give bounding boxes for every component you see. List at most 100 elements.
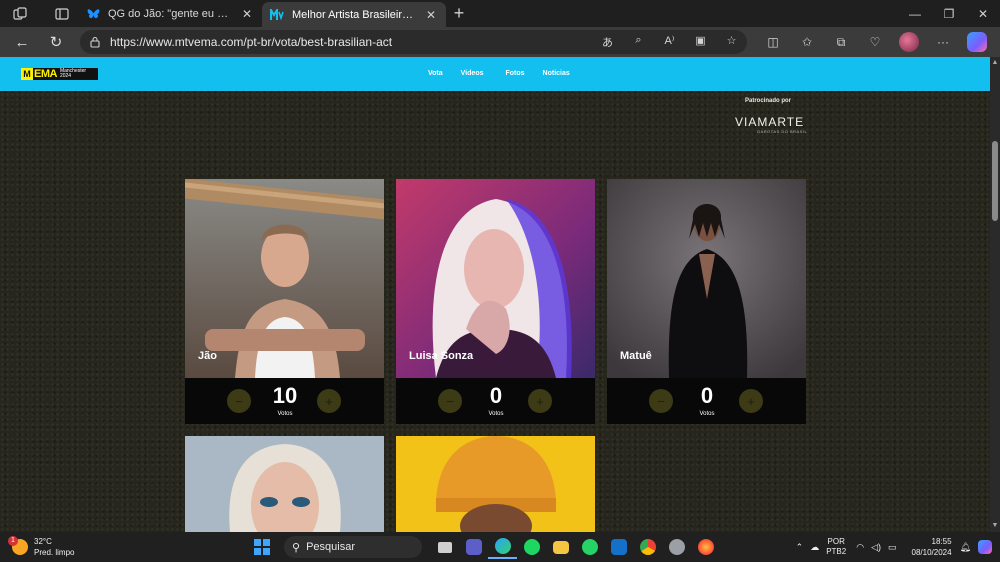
wifi-icon[interactable]: ◠: [856, 542, 864, 553]
site-header: M EMA Manchester 2024 Vota Videos Fotos …: [0, 57, 990, 91]
logo-year: 2024: [59, 73, 72, 79]
candidate-photo-jao: [185, 179, 384, 378]
windows-taskbar: 1 32°C Pred. limpo ⚲ Pesquisar ⌃ ☁ POR P…: [0, 532, 1000, 562]
weather-desc: Pred. limpo: [34, 548, 75, 557]
teams-icon[interactable]: [459, 535, 488, 559]
show-hidden-icons-icon[interactable]: ⌃: [796, 542, 804, 553]
minimize-icon[interactable]: —: [898, 7, 932, 21]
address-bar[interactable]: https://www.mtvema.com/pt-br/vota/best-b…: [80, 30, 747, 54]
taskbar-search[interactable]: ⚲ Pesquisar: [284, 536, 422, 558]
immersive-reader-icon[interactable]: ▣: [685, 34, 716, 50]
close-tab-icon[interactable]: ✕: [424, 8, 438, 22]
sponsor-logo[interactable]: VIAMARTE: [735, 115, 804, 129]
split-screen-icon[interactable]: ◫: [756, 35, 790, 49]
taskbar-apps: ⚲ Pesquisar: [254, 535, 720, 559]
read-aloud-icon[interactable]: A⁾: [654, 34, 685, 50]
collections-icon[interactable]: ⧉: [824, 35, 858, 50]
nav-fotos[interactable]: Fotos: [505, 70, 524, 77]
mtv-m-mark: M: [21, 68, 33, 80]
tab-melhor-artista[interactable]: Melhor Artista Brasileiro - Vote N ✕: [262, 2, 446, 27]
input-language[interactable]: POR PTB2: [826, 537, 846, 557]
clock-date: 08/10/2024: [911, 548, 952, 557]
tab-title: QG do Jão: "gente eu abri essa co: [108, 7, 234, 20]
search-placeholder: Pesquisar: [306, 541, 355, 553]
firefox-icon[interactable]: [691, 535, 720, 559]
scrollbar-thumb[interactable]: [992, 141, 998, 221]
whatsapp-icon[interactable]: [575, 535, 604, 559]
vote-controls: − 0 Votos +: [607, 378, 806, 424]
system-tray: ⌃ ☁ POR PTB2 ◠ ◁) ▭ 18:55 08/10/2024 🔔︎: [796, 536, 992, 558]
vote-count: 10: [272, 383, 298, 408]
nav-videos[interactable]: Videos: [461, 70, 484, 77]
nav-noticias[interactable]: Noticias: [543, 70, 570, 77]
increase-vote-button[interactable]: +: [317, 389, 341, 413]
favorites-icon[interactable]: ✩: [790, 35, 824, 49]
candidate-photo: [396, 436, 595, 532]
copilot-taskbar-icon[interactable]: [978, 540, 992, 554]
zoom-icon[interactable]: ⌕: [623, 34, 654, 50]
more-menu-icon[interactable]: ···: [926, 35, 960, 49]
search-icon: ⚲: [292, 541, 301, 554]
decrease-vote-button[interactable]: −: [438, 389, 462, 413]
volume-icon[interactable]: ◁): [871, 542, 881, 553]
browser-tools: ◫ ✩ ⧉ ♡ ···: [756, 27, 987, 57]
candidate-name: Luisa Sonza: [409, 350, 474, 362]
spotify-icon[interactable]: [517, 535, 546, 559]
increase-vote-button[interactable]: +: [739, 389, 763, 413]
favorite-star-icon[interactable]: ☆: [716, 34, 747, 50]
clock-time: 18:55: [931, 537, 952, 546]
page-scrollbar[interactable]: ▲ ▼: [990, 57, 1000, 532]
candidate-photo-matue: [607, 179, 806, 378]
scroll-down-icon[interactable]: ▼: [991, 522, 999, 530]
outlook-icon[interactable]: [604, 535, 633, 559]
edge-icon[interactable]: [488, 535, 517, 559]
weather-sun-icon: 1: [8, 536, 28, 555]
site-nav: Vota Videos Fotos Noticias: [428, 70, 588, 77]
weather-widget[interactable]: 1 32°C Pred. limpo: [8, 536, 75, 558]
mtv-favicon-icon: [270, 8, 284, 22]
votes-label: Votos: [277, 411, 293, 417]
workspaces-icon[interactable]: [10, 4, 30, 24]
task-view-icon[interactable]: [430, 535, 459, 559]
windows-start-icon[interactable]: [254, 539, 270, 555]
profile-avatar[interactable]: [899, 32, 919, 52]
vote-count: 0: [489, 383, 503, 408]
logo-brand: EMA: [34, 68, 57, 80]
increase-vote-button[interactable]: +: [528, 389, 552, 413]
tab-qg-do-jao[interactable]: QG do Jão: "gente eu abri essa co ✕: [78, 0, 262, 27]
settings-icon[interactable]: [662, 535, 691, 559]
decrease-vote-button[interactable]: −: [649, 389, 673, 413]
chrome-icon[interactable]: [633, 535, 662, 559]
votes-label: Votos: [488, 411, 504, 417]
nav-vota[interactable]: Vota: [428, 70, 443, 77]
clock[interactable]: 18:55 08/10/2024: [912, 536, 952, 558]
back-icon[interactable]: ←: [5, 27, 39, 57]
candidate-photo: [185, 436, 384, 532]
window-controls: — ❐ ✕: [898, 0, 1000, 27]
refresh-icon[interactable]: ↻: [39, 27, 73, 57]
tray-app-icon[interactable]: ☁: [810, 542, 819, 553]
lock-icon[interactable]: [80, 36, 110, 48]
browser-tab-strip: QG do Jão: "gente eu abri essa co ✕ Melh…: [0, 0, 1000, 27]
candidate-name: Matuê: [620, 350, 652, 362]
bluesky-icon: [86, 7, 100, 21]
url-text[interactable]: https://www.mtvema.com/pt-br/vota/best-b…: [110, 35, 592, 49]
tab-title: Melhor Artista Brasileiro - Vote N: [292, 8, 418, 21]
performance-icon[interactable]: ♡: [858, 35, 892, 49]
address-toolbar: ← ↻ https://www.mtvema.com/pt-br/vota/be…: [0, 27, 1000, 57]
decrease-vote-button[interactable]: −: [227, 389, 251, 413]
copilot-icon[interactable]: [967, 32, 987, 52]
close-window-icon[interactable]: ✕: [966, 7, 1000, 21]
close-tab-icon[interactable]: ✕: [240, 7, 254, 21]
new-tab-icon[interactable]: +: [446, 3, 472, 24]
lang-line1: POR: [827, 537, 845, 546]
file-explorer-icon[interactable]: [546, 535, 575, 559]
scroll-up-icon[interactable]: ▲: [991, 59, 999, 67]
votes-label: Votos: [699, 411, 715, 417]
notification-bell-icon[interactable]: 🔔︎: [960, 542, 971, 553]
maximize-icon[interactable]: ❐: [932, 7, 966, 21]
battery-icon[interactable]: ▭: [888, 542, 897, 553]
translate-icon[interactable]: あ: [592, 34, 623, 50]
mtv-ema-logo[interactable]: M EMA Manchester 2024: [21, 68, 98, 80]
vertical-tabs-icon[interactable]: [52, 4, 72, 24]
